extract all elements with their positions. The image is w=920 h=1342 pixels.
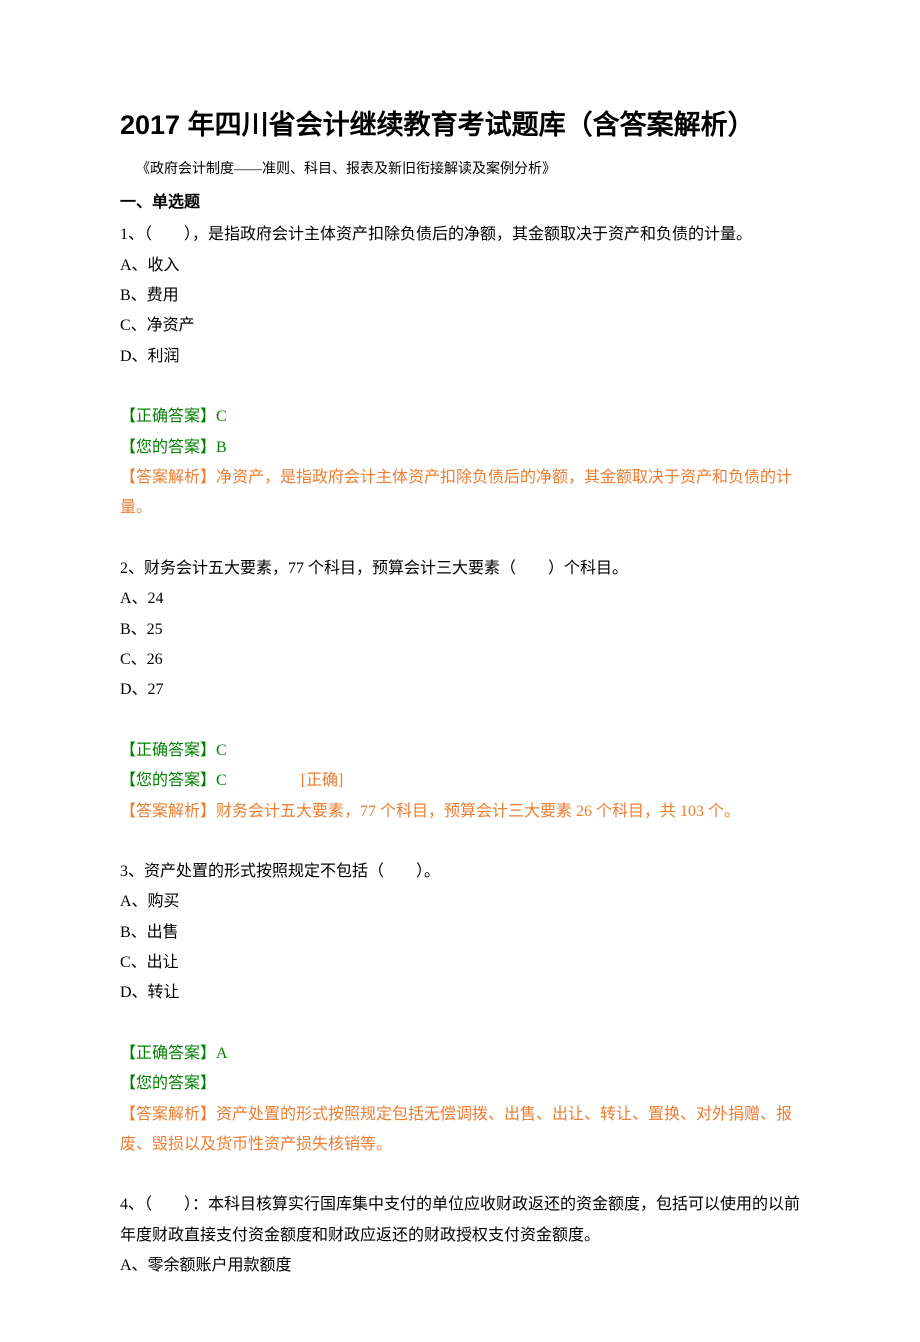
option-c: C、26 bbox=[120, 645, 800, 675]
option-c: C、净资产 bbox=[120, 311, 800, 341]
question-text: 4、（ ）：本科目核算实行国库集中支付的单位应收财政返还的资金额度，包括可以使用… bbox=[120, 1190, 800, 1251]
your-answer: 【您的答案】B bbox=[120, 433, 800, 463]
option-b: B、25 bbox=[120, 615, 800, 645]
question-text: 3、资产处置的形式按照规定不包括（ ）。 bbox=[120, 857, 800, 887]
option-d: D、转让 bbox=[120, 978, 800, 1008]
question-4: 4、（ ）：本科目核算实行国库集中支付的单位应收财政返还的资金额度，包括可以使用… bbox=[120, 1190, 800, 1281]
answer-block: 【正确答案】A 【您的答案】 【答案解析】资产处置的形式按照规定包括无偿调拨、出… bbox=[120, 1039, 800, 1161]
question-2: 2、财务会计五大要素，77 个科目，预算会计三大要素（ ）个科目。 A、24 B… bbox=[120, 554, 800, 827]
question-text: 2、财务会计五大要素，77 个科目，预算会计三大要素（ ）个科目。 bbox=[120, 554, 800, 584]
option-b: B、出售 bbox=[120, 918, 800, 948]
your-answer-line: 【您的答案】C [正确] bbox=[120, 766, 800, 796]
answer-explain: 【答案解析】财务会计五大要素，77 个科目，预算会计三大要素 26 个科目，共 … bbox=[120, 797, 800, 827]
correct-tag: [正确] bbox=[301, 772, 344, 789]
option-a: A、收入 bbox=[120, 251, 800, 281]
question-text: 1、（ ），是指政府会计主体资产扣除负债后的净额，其金额取决于资产和负债的计量。 bbox=[120, 220, 800, 250]
your-answer: 【您的答案】 bbox=[120, 1069, 800, 1099]
option-d: D、利润 bbox=[120, 342, 800, 372]
question-1: 1、（ ），是指政府会计主体资产扣除负债后的净额，其金额取决于资产和负债的计量。… bbox=[120, 220, 800, 524]
correct-answer: 【正确答案】A bbox=[120, 1039, 800, 1069]
answer-explain: 【答案解析】资产处置的形式按照规定包括无偿调拨、出售、出让、转让、置换、对外捐赠… bbox=[120, 1100, 800, 1161]
correct-answer: 【正确答案】C bbox=[120, 402, 800, 432]
option-d: D、27 bbox=[120, 675, 800, 705]
page-title: 2017 年四川省会计继续教育考试题库（含答案解析） bbox=[120, 100, 800, 151]
question-3: 3、资产处置的形式按照规定不包括（ ）。 A、购买 B、出售 C、出让 D、转让… bbox=[120, 857, 800, 1161]
option-a: A、24 bbox=[120, 584, 800, 614]
answer-explain: 【答案解析】净资产，是指政府会计主体资产扣除负债后的净额，其金额取决于资产和负债… bbox=[120, 463, 800, 524]
correct-answer: 【正确答案】C bbox=[120, 736, 800, 766]
option-a: A、购买 bbox=[120, 887, 800, 917]
option-c: C、出让 bbox=[120, 948, 800, 978]
option-a: A、零余额账户用款额度 bbox=[120, 1251, 800, 1281]
document-subtitle: 《政府会计制度——准则、科目、报表及新旧衔接解读及案例分析》 bbox=[136, 157, 800, 184]
answer-block: 【正确答案】C 【您的答案】B 【答案解析】净资产，是指政府会计主体资产扣除负债… bbox=[120, 402, 800, 524]
your-answer: 【您的答案】C bbox=[120, 772, 227, 789]
answer-block: 【正确答案】C 【您的答案】C [正确] 【答案解析】财务会计五大要素，77 个… bbox=[120, 736, 800, 827]
option-b: B、费用 bbox=[120, 281, 800, 311]
section-heading: 一、单选题 bbox=[120, 188, 800, 218]
